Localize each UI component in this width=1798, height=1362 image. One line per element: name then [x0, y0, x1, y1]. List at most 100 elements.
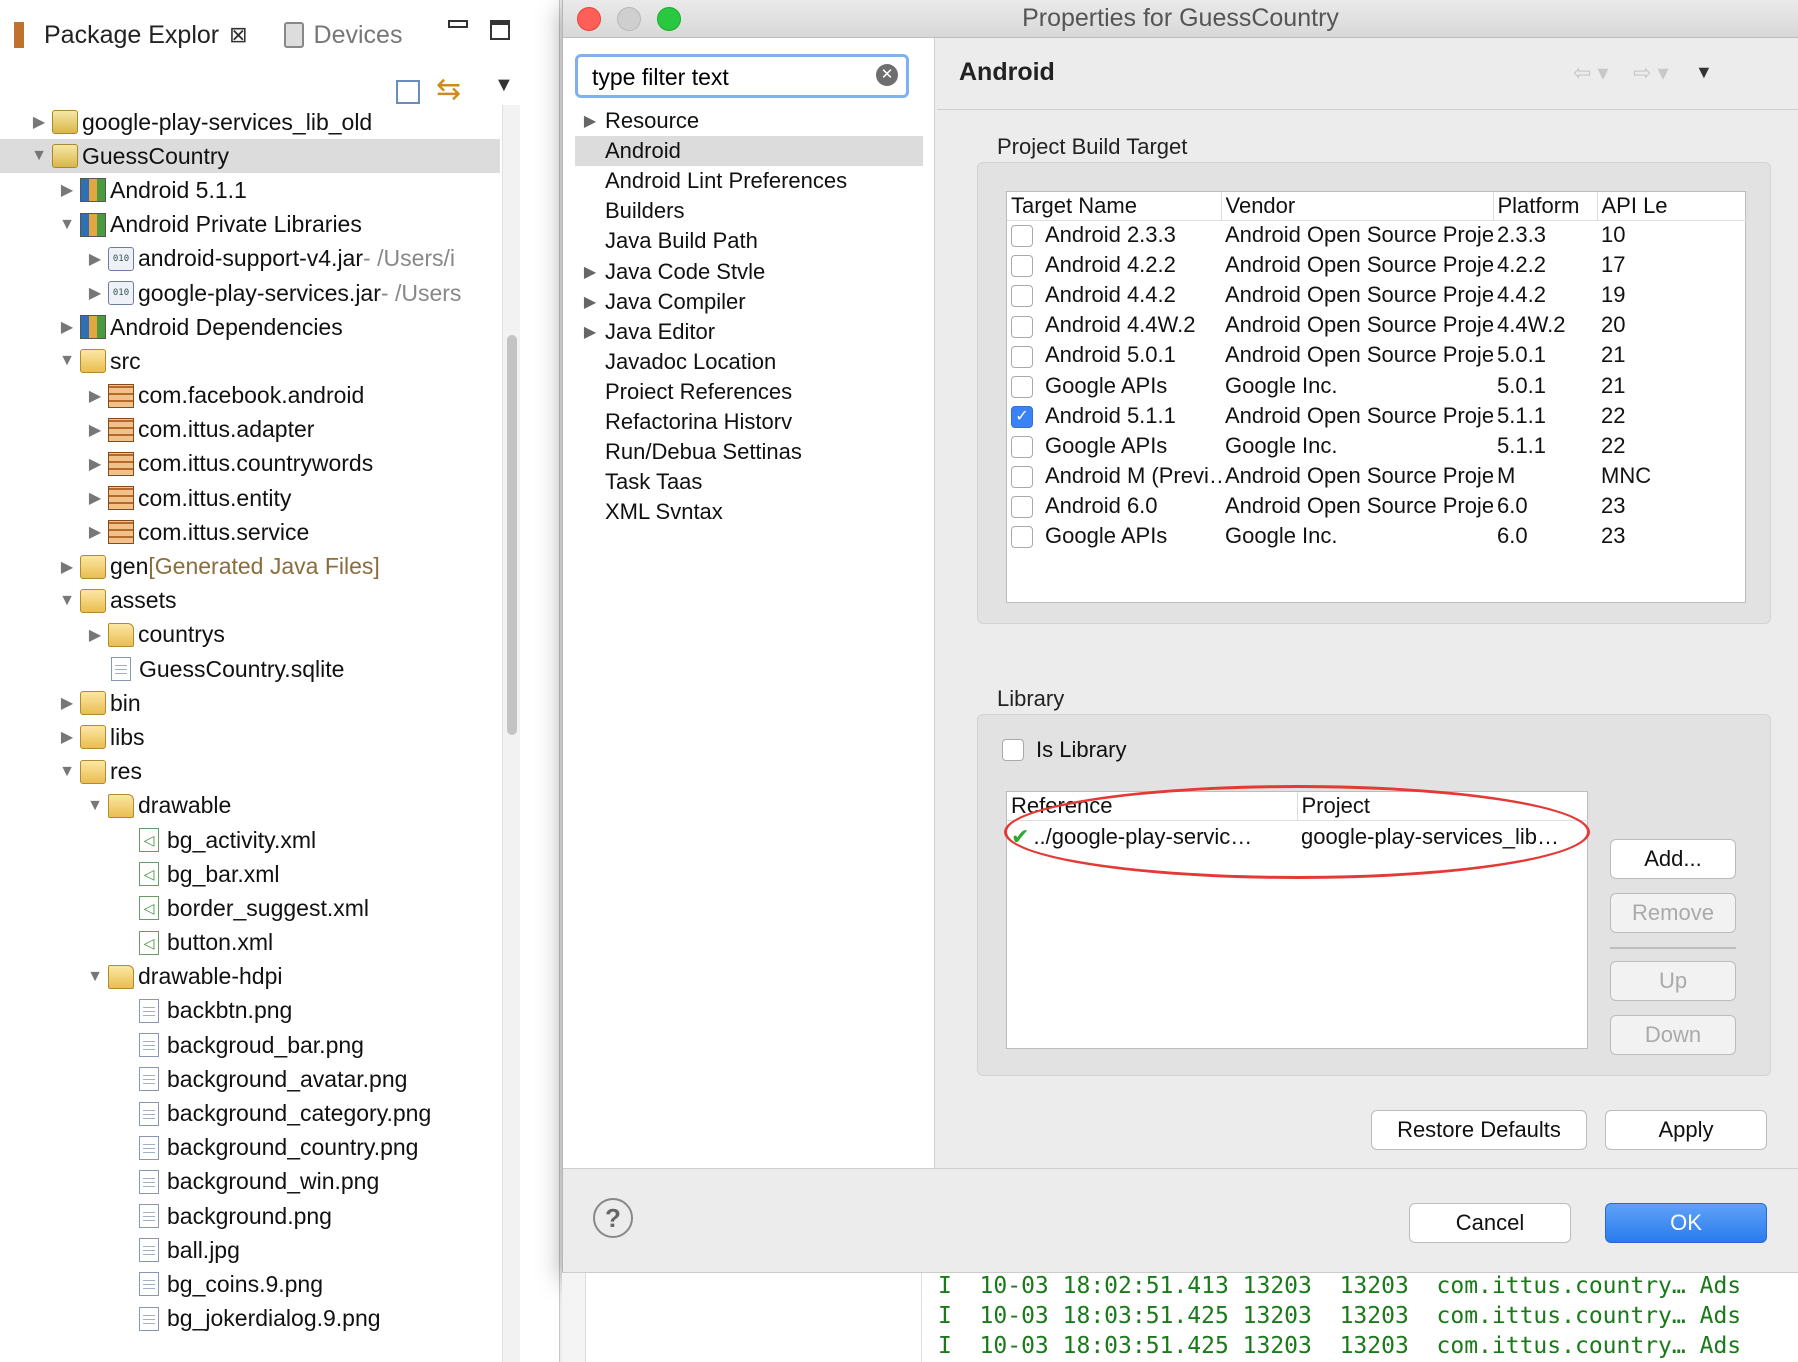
expand-twisty-icon[interactable]: ▶	[575, 262, 605, 282]
tree-item[interactable]: ◁ button.xml	[0, 926, 500, 960]
tree-item[interactable]: backgroud_bar.png	[0, 1028, 500, 1062]
property-page-item[interactable]: Task Taas	[575, 467, 923, 497]
column-vendor[interactable]: Vendor	[1221, 192, 1494, 221]
explorer-scroll-thumb[interactable]	[507, 335, 517, 735]
ok-button[interactable]: OK	[1605, 1203, 1767, 1243]
log-line[interactable]: I 10-03 18:03:51.425 13203 13203 com.itt…	[938, 1333, 1741, 1362]
property-page-item[interactable]: ▶ Resource	[575, 106, 923, 136]
move-down-button[interactable]: Down	[1610, 1015, 1736, 1055]
move-up-button[interactable]: Up	[1610, 961, 1736, 1001]
tree-item[interactable]: ▼ assets	[0, 584, 500, 618]
link-with-editor-icon[interactable]: ⇆	[436, 72, 461, 107]
tree-item[interactable]: bg_jokerdialog.9.png	[0, 1302, 500, 1336]
back-arrow-icon[interactable]: ⇦ ▾	[1573, 60, 1609, 86]
column-reference[interactable]: Reference	[1007, 792, 1298, 821]
tree-item[interactable]: ▼ drawable-hdpi	[0, 960, 500, 994]
tree-item[interactable]: background_win.png	[0, 1165, 500, 1199]
collapse-twisty-icon[interactable]: ▼	[84, 797, 106, 815]
tree-item[interactable]: background.png	[0, 1199, 500, 1233]
build-target-row[interactable]: Android M (Previ… Android Open Source Pro…	[1007, 461, 1747, 491]
target-checkbox[interactable]	[1011, 465, 1033, 488]
target-checkbox[interactable]	[1011, 315, 1033, 338]
close-tab-icon[interactable]: ⊠	[229, 22, 247, 48]
collapse-twisty-icon[interactable]: ▼	[56, 216, 78, 234]
property-page-item[interactable]: Java Build Path	[575, 226, 923, 256]
build-target-row[interactable]: Android 4.2.2 Android Open Source Project…	[1007, 250, 1747, 280]
target-checkbox[interactable]: ✓	[1011, 405, 1033, 428]
build-target-row[interactable]: Android 5.0.1 Android Open Source Project…	[1007, 340, 1747, 370]
property-page-item[interactable]: ▶ Java Editor	[575, 317, 923, 347]
property-page-item[interactable]: ▶ Java Code Stvle	[575, 256, 923, 286]
tree-item[interactable]: GuessCountry.sqlite	[0, 652, 500, 686]
target-checkbox[interactable]	[1011, 345, 1033, 368]
collapse-twisty-icon[interactable]: ▼	[56, 352, 78, 370]
remove-library-button[interactable]: Remove	[1610, 893, 1736, 933]
tree-item[interactable]: ▶ com.ittus.adapter	[0, 413, 500, 447]
build-target-row[interactable]: Android 2.3.3 Android Open Source Project…	[1007, 220, 1747, 250]
property-page-item[interactable]: ▶ Java Compiler	[575, 287, 923, 317]
target-checkbox[interactable]	[1011, 526, 1033, 549]
expand-twisty-icon[interactable]: ▶	[56, 727, 78, 747]
collapse-twisty-icon[interactable]: ▼	[84, 968, 106, 986]
property-page-item[interactable]: Refactorina Historv	[575, 407, 923, 437]
build-target-row[interactable]: Google APIs Google Inc. 6.0 23	[1007, 521, 1747, 551]
expand-twisty-icon[interactable]: ▶	[28, 112, 50, 132]
tree-item[interactable]: ▼ src	[0, 344, 500, 378]
collapse-twisty-icon[interactable]: ▼	[56, 592, 78, 610]
tree-item[interactable]: ▶ libs	[0, 720, 500, 754]
clear-filter-icon[interactable]: ✕	[876, 64, 898, 86]
tree-item[interactable]: ▶ google-play-services_lib_old	[0, 105, 500, 139]
tree-item[interactable]: ▶ com.ittus.service	[0, 515, 500, 549]
property-page-item[interactable]: Android	[575, 136, 923, 167]
tree-item[interactable]: backbtn.png	[0, 994, 500, 1028]
restore-defaults-button[interactable]: Restore Defaults	[1371, 1110, 1587, 1150]
tree-item[interactable]: ◁ bg_bar.xml	[0, 857, 500, 891]
property-page-item[interactable]: Android Lint Preferences	[575, 166, 923, 196]
target-checkbox[interactable]	[1011, 435, 1033, 458]
build-target-row[interactable]: Google APIs Google Inc. 5.1.1 22	[1007, 431, 1747, 461]
expand-twisty-icon[interactable]: ▶	[84, 283, 106, 303]
is-library-check[interactable]	[1002, 739, 1024, 761]
expand-twisty-icon[interactable]: ▶	[84, 420, 106, 440]
expand-twisty-icon[interactable]: ▶	[84, 522, 106, 542]
tree-item[interactable]: ▶ 010 android-support-v4.jar - /Users/i	[0, 242, 500, 276]
is-library-checkbox[interactable]: Is Library	[1002, 737, 1126, 763]
expand-twisty-icon[interactable]: ▶	[56, 317, 78, 337]
expand-twisty-icon[interactable]: ▶	[84, 488, 106, 508]
expand-twisty-icon[interactable]: ▶	[56, 557, 78, 577]
expand-twisty-icon[interactable]: ▶	[84, 454, 106, 474]
target-checkbox[interactable]	[1011, 285, 1033, 308]
tree-item[interactable]: ball.jpg	[0, 1233, 500, 1267]
expand-twisty-icon[interactable]: ▶	[575, 292, 605, 312]
tree-item[interactable]: ▶ Android 5.1.1	[0, 173, 500, 207]
build-target-row[interactable]: Google APIs Google Inc. 5.0.1 21	[1007, 370, 1747, 400]
target-checkbox[interactable]	[1011, 255, 1033, 278]
library-reference-row[interactable]: ✔ ../google-play-servic… google-play-servi…	[1007, 820, 1589, 854]
property-page-item[interactable]: XML Svntax	[575, 497, 923, 527]
maximize-view-icon[interactable]	[490, 20, 510, 40]
filter-input[interactable]	[592, 62, 832, 92]
expand-twisty-icon[interactable]: ▶	[56, 693, 78, 713]
collapse-twisty-icon[interactable]: ▼	[56, 763, 78, 781]
view-menu-icon[interactable]: ▼	[494, 74, 514, 97]
cancel-button[interactable]: Cancel	[1409, 1203, 1571, 1243]
collapse-twisty-icon[interactable]: ▼	[28, 147, 50, 165]
column-platform[interactable]: Platform	[1493, 192, 1598, 221]
minimize-view-icon[interactable]	[448, 20, 468, 28]
tree-item[interactable]: ▼ Android Private Libraries	[0, 208, 500, 242]
target-checkbox[interactable]	[1011, 375, 1033, 398]
expand-twisty-icon[interactable]: ▶	[84, 386, 106, 406]
page-menu-icon[interactable]: ▼	[1695, 62, 1713, 83]
build-target-row[interactable]: Android 4.4W.2 Android Open Source Projec…	[1007, 310, 1747, 340]
tab-package-explorer[interactable]: Package Explor ⊠	[0, 5, 262, 65]
tab-devices[interactable]: Devices	[270, 5, 417, 65]
tree-item[interactable]: ▶ Android Dependencies	[0, 310, 500, 344]
filter-field[interactable]: ✕	[575, 54, 909, 98]
tree-item[interactable]: ▼ res	[0, 755, 500, 789]
expand-twisty-icon[interactable]: ▶	[84, 625, 106, 645]
tree-item[interactable]: ▶ com.ittus.countrywords	[0, 447, 500, 481]
tree-item[interactable]: ◁ border_suggest.xml	[0, 891, 500, 925]
build-target-row[interactable]: Android 4.4.2 Android Open Source Project…	[1007, 280, 1747, 310]
collapse-all-icon[interactable]	[396, 80, 420, 104]
target-checkbox[interactable]	[1011, 496, 1033, 519]
